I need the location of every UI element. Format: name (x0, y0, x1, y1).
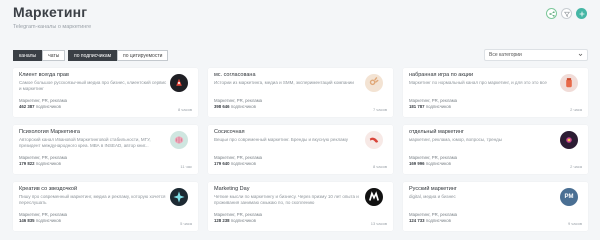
channel-card[interactable]: Marketing Day Четкие мысли по маркетингу… (208, 182, 393, 231)
sort-tabs: по подписчикам по цитируемости (68, 50, 169, 61)
channel-name[interactable]: Клиент всегда прав (19, 72, 69, 78)
channel-card[interactable]: Креатив со звездочкой Пишу про современн… (13, 182, 198, 231)
flower-icon (566, 137, 572, 143)
channel-card[interactable]: Психология Маркетинга Авторский канал Ив… (13, 125, 198, 174)
channel-description: Авторский канал Ивановой Маркетинговой с… (19, 137, 151, 148)
channel-subscribers: 146 835 подписчиков (19, 218, 61, 223)
channel-tags: Маркетинг, PR, реклама (19, 212, 68, 217)
brain-icon (174, 136, 184, 144)
channel-name[interactable]: Русский маркетинг (409, 186, 457, 192)
channel-avatar[interactable] (170, 188, 188, 206)
share-icon[interactable] (546, 8, 557, 19)
channel-subscribers: 179 640 подписчиков (214, 161, 256, 166)
channel-name[interactable]: Психология Маркетинга (19, 129, 80, 135)
channel-grid: Клиент всегда прав Самое большое русскоя… (13, 68, 588, 231)
channel-avatar[interactable] (365, 74, 383, 92)
tab-channels[interactable]: каналы (13, 50, 43, 61)
channel-updated: 2 часа (570, 164, 582, 169)
channel-subscribers: 398 646 подписчиков (214, 104, 256, 109)
channel-tags: Маркетинг, PR, реклама (214, 155, 263, 160)
ok-hand-icon (369, 76, 379, 86)
channel-name[interactable]: Marketing Day (214, 186, 249, 192)
channel-description: digital, медиа и бизнес (409, 194, 456, 199)
channel-name[interactable]: набранная игра по акции (409, 72, 473, 78)
channel-tags: Маркетинг, PR, реклама (19, 98, 68, 103)
channel-subscribers: 181 787 подписчиков (409, 104, 451, 109)
channel-subscribers: 179 822 подписчиков (19, 161, 61, 166)
channel-subscribers: 169 996 подписчиков (409, 161, 451, 166)
channel-updated: 9 часов (567, 221, 582, 226)
channel-description: Истории из маркетинга, медиа и SMM, эксп… (214, 80, 354, 85)
channel-avatar[interactable] (560, 74, 578, 92)
channel-name[interactable]: мс. согласована (214, 72, 256, 78)
rocket-icon (176, 78, 182, 86)
tab-chats[interactable]: чаты (42, 50, 66, 61)
type-tabs: каналы чаты (13, 50, 66, 61)
channel-updated: 13 часов (370, 221, 387, 226)
channel-name[interactable]: Сосисочная (214, 129, 245, 135)
channel-description: Вещьи про современный маркетинг. Бренды … (214, 137, 348, 142)
channel-updated: 11 час (180, 164, 192, 169)
page-header: Маркетинг Telegram-каналы о маркетинге (13, 4, 91, 30)
channel-name[interactable]: отдельный маркетинг (409, 129, 464, 135)
channel-updated: 7 часов (372, 107, 387, 112)
channel-description: Четкие мысли по маркетингу и бизнесу. Че… (214, 194, 359, 205)
channel-tags: Маркетинг, PR, реклама (19, 155, 68, 160)
chevron-down-icon (578, 52, 583, 59)
channel-avatar[interactable] (365, 188, 383, 206)
channel-subscribers: 128 238 подписчиков (214, 218, 256, 223)
tab-sort-subscribers[interactable]: по подписчикам (68, 50, 118, 61)
channel-updated: 8 часов (177, 107, 192, 112)
channel-card[interactable]: мс. согласована Истории из маркетинга, м… (208, 68, 393, 117)
channel-card[interactable]: Русский маркетинг digital, медиа и бизне… (403, 182, 588, 231)
channel-card[interactable]: отдельный маркетинг маркетинг, реклама, … (403, 125, 588, 174)
channel-avatar[interactable] (170, 131, 188, 149)
plus-icon[interactable] (576, 8, 587, 19)
channel-subscribers: 462 387 подписчиков (19, 104, 61, 109)
channel-subscribers: 124 733 подписчиков (409, 218, 451, 223)
page-subtitle: Telegram-каналы о маркетинге (13, 24, 92, 30)
channel-tags: Маркетинг, PR, реклама (409, 212, 458, 217)
header-actions (546, 8, 587, 19)
channel-tags: Маркетинг, PR, реклама (214, 98, 263, 103)
channel-avatar[interactable]: PM (560, 188, 578, 206)
sausage-icon (369, 137, 379, 143)
channel-avatar[interactable] (170, 74, 188, 92)
channel-name[interactable]: Креатив со звездочкой (19, 186, 77, 192)
category-select-value: Все категории (489, 52, 522, 58)
channel-description: Маркетинг по нормальный канал про маркет… (409, 80, 547, 85)
channel-tags: Маркетинг, PR, реклама (409, 155, 458, 160)
tab-sort-citations[interactable]: по цитируемости (117, 50, 169, 61)
channel-updated: 5 часа (180, 221, 192, 226)
filter-icon[interactable] (561, 8, 572, 19)
channel-tags: Маркетинг, PR, реклама (409, 98, 458, 103)
m-logo-icon (368, 191, 380, 201)
channel-card[interactable]: Клиент всегда прав Самое большое русскоя… (13, 68, 198, 117)
star-icon (173, 191, 185, 203)
channel-avatar[interactable] (560, 131, 578, 149)
channel-updated: 8 часов (372, 164, 387, 169)
jar-icon (566, 78, 572, 88)
category-select[interactable]: Все категории (484, 49, 588, 61)
channel-description: Самое большое русскоязычный медиа про би… (19, 80, 167, 91)
channel-description: маркетинг, реклама, юмор, вопросы, тренд… (409, 137, 502, 142)
channel-avatar[interactable] (365, 131, 383, 149)
channel-updated: 2 часа (570, 107, 582, 112)
channel-card[interactable]: набранная игра по акции Маркетинг по нор… (403, 68, 588, 117)
channel-card[interactable]: Сосисочная Вещьи про современный маркети… (208, 125, 393, 174)
channel-description: Пишу про современный маркетинг, медиа и … (19, 194, 166, 205)
channel-tags: Маркетинг, PR, реклама (214, 212, 263, 217)
page-title: Маркетинг (13, 4, 88, 20)
